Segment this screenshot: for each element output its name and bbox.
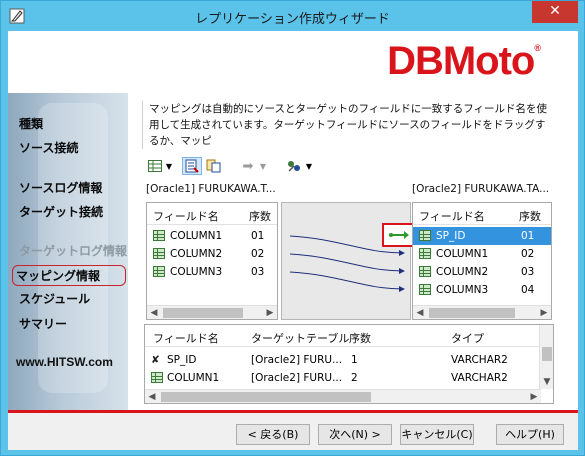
details-col-order[interactable]: 序数 (349, 330, 371, 346)
target-row[interactable]: COLUMN1 02 (413, 245, 551, 263)
source-row[interactable]: COLUMN1 01 (147, 227, 277, 245)
source-hscrollbar[interactable]: ◀ ▶ (147, 305, 277, 319)
column-icon (419, 230, 431, 241)
scroll-down-icon[interactable]: ▼ (540, 375, 553, 389)
title-bar[interactable]: レプリケーション作成ウィザード ✕ (1, 1, 584, 31)
column-icon (419, 284, 431, 295)
scroll-left-icon[interactable]: ◀ (147, 306, 161, 319)
window-title: レプリケーション作成ウィザード (195, 12, 390, 27)
source-row[interactable]: COLUMN3 03 (147, 263, 277, 281)
target-table-label: [Oracle2] FURUKAWA.TA... (412, 183, 550, 195)
close-button[interactable]: ✕ (532, 1, 578, 23)
auto-map-icon[interactable] (182, 157, 202, 175)
dropdown-arrow-icon[interactable]: ▼ (304, 157, 314, 175)
step-source-connection[interactable]: ソース接続 (19, 139, 78, 156)
wizard-window: レプリケーション作成ウィザード ✕ DBMoto® 種類 ソース接続 ソースログ… (0, 0, 585, 456)
banner: DBMoto® (8, 31, 578, 93)
scroll-left-icon[interactable]: ◀ (413, 306, 427, 319)
source-grid-header: フィールド名 序数 (147, 203, 277, 225)
website-link: www.HITSW.com (16, 355, 113, 369)
target-col-order[interactable]: 序数 (519, 208, 541, 224)
source-table-label: [Oracle1] FURUKAWA.T... (146, 183, 276, 195)
target-hscrollbar[interactable]: ◀ ▶ (413, 305, 551, 319)
source-col-order[interactable]: 序数 (249, 208, 271, 224)
mapping-lines-area[interactable] (281, 202, 416, 320)
target-fields-grid: フィールド名 序数 SP_ID 01 COLUMN1 02 COLUMN2 03… (412, 202, 552, 320)
scroll-left-icon[interactable]: ◀ (145, 390, 159, 403)
wizard-client-area: DBMoto® 種類 ソース接続 ソースログ情報 ターゲット接続 ターゲットログ… (8, 31, 578, 450)
column-icon (153, 230, 165, 241)
source-row[interactable]: COLUMN2 02 (147, 245, 277, 263)
grid-view-icon[interactable] (146, 157, 164, 175)
column-icon (419, 248, 431, 259)
scroll-right-icon[interactable]: ▶ (263, 306, 277, 319)
details-grid-header: フィールド名 ターゲットテーブル 序数 タイプ (145, 325, 553, 347)
step-source-log-info[interactable]: ソースログ情報 (19, 179, 102, 196)
step-schedule[interactable]: スケジュール (19, 290, 90, 307)
dropdown-arrow-icon[interactable]: ▼ (164, 157, 174, 175)
details-vscrollbar[interactable]: ▼ (539, 325, 553, 389)
scroll-thumb[interactable] (429, 308, 515, 318)
mapping-details-grid: フィールド名 ターゲットテーブル 序数 タイプ ✘ SP_ID [Oracle2… (144, 324, 554, 404)
cancel-button[interactable]: キャンセル(C) (400, 424, 474, 445)
column-icon (153, 248, 165, 259)
step-target-log-info: ターゲットログ情報 (19, 244, 128, 258)
script-icon[interactable] (285, 157, 303, 175)
step-mapping-info[interactable]: マッピング情報 (12, 265, 126, 286)
mapping-toolbar: ▼ ➡ ▼ ▼ (142, 155, 562, 177)
target-col-field-name[interactable]: フィールド名 (419, 208, 485, 224)
scroll-right-icon[interactable]: ▶ (537, 306, 551, 319)
target-row[interactable]: COLUMN3 04 (413, 281, 551, 299)
step-type[interactable]: 種類 (19, 115, 43, 132)
scroll-thumb[interactable] (163, 308, 243, 318)
column-icon (419, 266, 431, 277)
details-hscrollbar[interactable]: ◀ ▶ (145, 389, 541, 403)
details-row[interactable]: ✘ SP_ID [Oracle2] FURU... 1 VARCHAR2 (145, 351, 553, 369)
help-button[interactable]: ヘルプ(H) (496, 424, 564, 445)
copy-mapping-icon[interactable] (205, 157, 223, 175)
details-col-target-table[interactable]: ターゲットテーブル (251, 330, 349, 346)
dropdown-arrow-icon[interactable]: ▼ (258, 157, 268, 175)
scroll-thumb[interactable] (161, 392, 371, 402)
details-col-field[interactable]: フィールド名 (153, 330, 219, 346)
unmapped-x-icon: ✘ (151, 354, 160, 366)
wizard-button-bar: < 戻る(B) 次へ(N) > キャンセル(C) ヘルプ(H) (8, 413, 578, 450)
dbmoto-logo: DBMoto® (387, 39, 541, 83)
new-field-indicator (382, 223, 416, 247)
column-icon (153, 266, 165, 277)
details-col-type[interactable]: タイプ (451, 330, 484, 346)
step-target-connection[interactable]: ターゲット接続 (19, 203, 103, 220)
back-button[interactable]: < 戻る(B) (236, 424, 310, 445)
column-icon (151, 372, 163, 383)
source-fields-grid: フィールド名 序数 COLUMN1 01 COLUMN2 02 COLUMN3 … (146, 202, 278, 320)
scroll-right-icon[interactable]: ▶ (527, 390, 541, 403)
map-arrow-icon[interactable]: ➡ (240, 157, 256, 175)
target-row[interactable]: COLUMN2 03 (413, 263, 551, 281)
source-col-field-name[interactable]: フィールド名 (153, 208, 219, 224)
target-grid-header: フィールド名 序数 (413, 203, 551, 225)
mapping-lines (289, 235, 405, 292)
green-link-icon (389, 231, 409, 239)
details-row[interactable]: COLUMN1 [Oracle2] FURU... 2 VARCHAR2 (145, 369, 553, 387)
target-row-selected[interactable]: SP_ID 01 (413, 227, 551, 245)
mapping-description: マッピングは自動的にソースとターゲットのフィールドに一致するフィールド名を使用し… (142, 101, 552, 149)
next-button[interactable]: 次へ(N) > (318, 424, 392, 445)
step-summary[interactable]: サマリー (19, 315, 67, 332)
scroll-thumb[interactable] (542, 347, 552, 361)
